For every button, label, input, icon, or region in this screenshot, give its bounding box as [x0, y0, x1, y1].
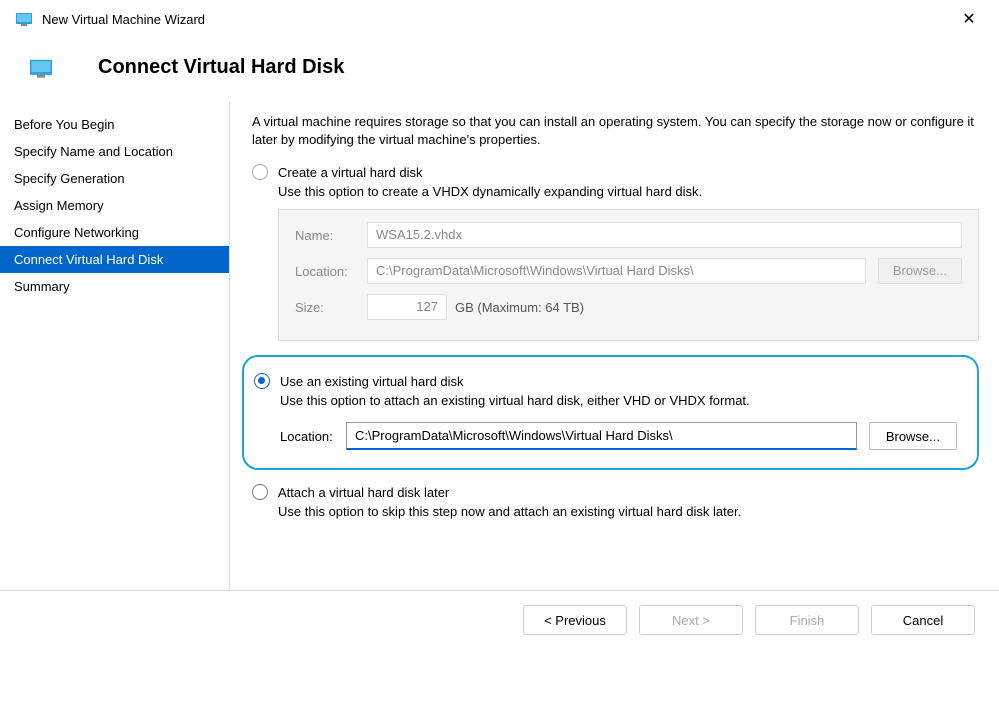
wizard-steps-sidebar: Before You Begin Specify Name and Locati… [0, 101, 230, 590]
intro-text: A virtual machine requires storage so th… [252, 113, 979, 148]
previous-button[interactable]: < Previous [523, 605, 627, 635]
cancel-button[interactable]: Cancel [871, 605, 975, 635]
option-create: Create a virtual hard disk Use this opti… [252, 164, 979, 341]
option-create-title: Create a virtual hard disk [278, 165, 423, 180]
create-size-input: 127 [367, 294, 447, 320]
wizard-footer: < Previous Next > Finish Cancel [0, 591, 999, 649]
radio-existing[interactable] [254, 373, 270, 389]
hyperv-icon [16, 11, 32, 27]
create-size-unit: GB (Maximum: 64 TB) [455, 300, 584, 315]
page-header: Connect Virtual Hard Disk [0, 36, 999, 101]
next-button: Next > [639, 605, 743, 635]
close-icon[interactable]: ✕ [949, 9, 989, 29]
create-browse-button: Browse... [878, 258, 962, 284]
option-existing-desc: Use this option to attach an existing vi… [280, 393, 957, 408]
wizard-content: A virtual machine requires storage so th… [230, 101, 999, 590]
wizard-body: Before You Begin Specify Name and Locati… [0, 101, 999, 591]
existing-location-label: Location: [280, 429, 346, 444]
existing-location-input[interactable] [346, 422, 857, 450]
finish-button: Finish [755, 605, 859, 635]
option-create-desc: Use this option to create a VHDX dynamic… [278, 184, 979, 199]
option-later-desc: Use this option to skip this step now an… [278, 504, 979, 519]
radio-create[interactable] [252, 164, 268, 180]
titlebar: New Virtual Machine Wizard ✕ [0, 0, 999, 36]
create-size-label: Size: [295, 300, 367, 315]
page-title: Connect Virtual Hard Disk [98, 56, 344, 79]
option-later-title: Attach a virtual hard disk later [278, 485, 449, 500]
step-specify-generation[interactable]: Specify Generation [0, 165, 229, 192]
window-title: New Virtual Machine Wizard [42, 12, 949, 27]
hyperv-icon [30, 57, 52, 79]
highlight-existing: Use an existing virtual hard disk Use th… [242, 355, 979, 470]
create-form: Name: WSA15.2.vhdx Location: C:\ProgramD… [278, 209, 979, 341]
create-name-input: WSA15.2.vhdx [367, 222, 962, 248]
step-assign-memory[interactable]: Assign Memory [0, 192, 229, 219]
step-connect-virtual-hard-disk[interactable]: Connect Virtual Hard Disk [0, 246, 229, 273]
step-before-you-begin[interactable]: Before You Begin [0, 111, 229, 138]
step-specify-name-location[interactable]: Specify Name and Location [0, 138, 229, 165]
option-later: Attach a virtual hard disk later Use thi… [252, 484, 979, 519]
create-name-label: Name: [295, 228, 367, 243]
radio-later[interactable] [252, 484, 268, 500]
create-location-label: Location: [295, 264, 367, 279]
wizard-window: New Virtual Machine Wizard ✕ Connect Vir… [0, 0, 999, 711]
option-existing-title: Use an existing virtual hard disk [280, 374, 464, 389]
existing-form: Location: Browse... [280, 422, 957, 450]
step-configure-networking[interactable]: Configure Networking [0, 219, 229, 246]
create-location-input: C:\ProgramData\Microsoft\Windows\Virtual… [367, 258, 866, 284]
step-summary[interactable]: Summary [0, 273, 229, 300]
existing-browse-button[interactable]: Browse... [869, 422, 957, 450]
